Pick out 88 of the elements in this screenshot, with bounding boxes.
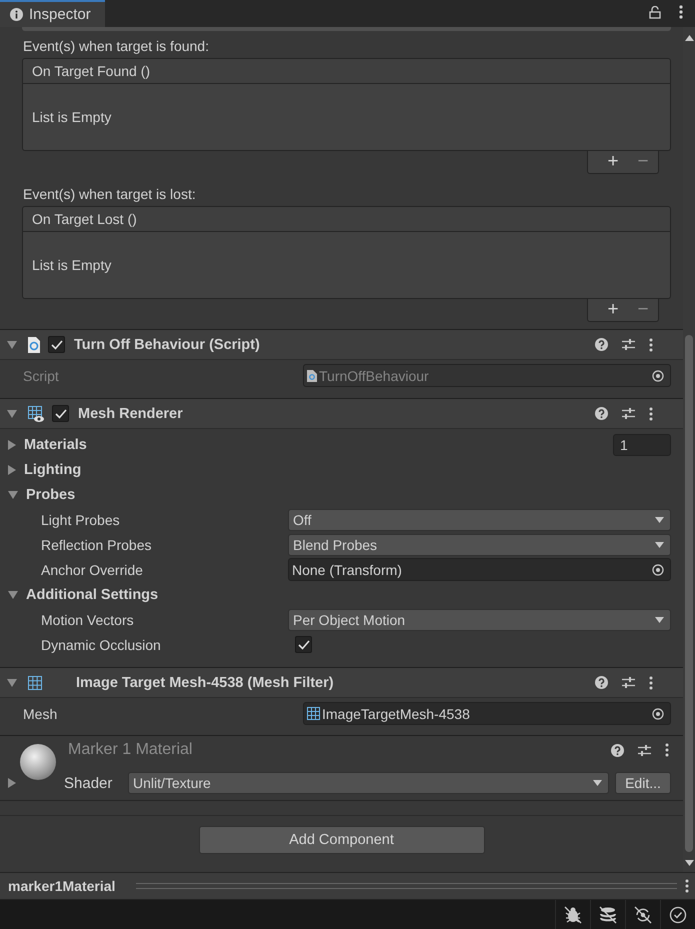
add-component-button[interactable]: Add Component <box>198 826 484 854</box>
foldout-arrow-icon[interactable] <box>7 410 17 418</box>
enable-checkbox[interactable] <box>52 405 69 422</box>
info-icon <box>10 8 23 21</box>
scroll-up-arrow-icon[interactable] <box>684 35 694 41</box>
foldout-label[interactable]: Materials <box>24 436 87 452</box>
foldout-arrow-icon[interactable] <box>8 440 16 450</box>
dropdown-field[interactable]: Blend Probes <box>288 534 671 556</box>
inspector-tab[interactable]: Inspector <box>0 0 105 27</box>
scrollbar-thumb[interactable] <box>685 335 693 852</box>
property-label: Script <box>22 368 60 384</box>
dropdown-caret-icon <box>655 616 664 622</box>
dropdown-caret-icon <box>655 516 664 522</box>
eye-refresh-icon[interactable] <box>634 906 652 924</box>
property-label: Light Probes <box>41 512 121 528</box>
preset-sliders-icon[interactable] <box>622 407 635 420</box>
dropdown-caret-icon <box>655 542 664 548</box>
scroll-down-arrow-icon[interactable] <box>684 860 694 866</box>
component-title: Mesh Renderer <box>78 406 184 422</box>
check-circle-icon[interactable] <box>669 906 687 924</box>
shader-label: Shader <box>64 774 114 792</box>
bug-icon[interactable] <box>564 906 582 924</box>
foldout-arrow-icon[interactable] <box>8 464 16 474</box>
checkmark-icon <box>50 340 62 350</box>
event-list-header: On Target Found () <box>22 58 671 84</box>
material-name: Marker 1 Material <box>68 741 192 759</box>
database-icon[interactable] <box>599 906 617 924</box>
grid-icon <box>307 707 320 720</box>
object-field[interactable]: ImageTargetMesh-4538 <box>303 702 671 725</box>
checkmark-icon <box>54 408 66 418</box>
help-icon[interactable] <box>595 676 608 689</box>
preset-sliders-icon[interactable] <box>638 744 651 756</box>
more-options-icon[interactable] <box>649 338 653 352</box>
help-icon[interactable] <box>611 744 624 756</box>
add-button[interactable]: + <box>598 151 628 173</box>
property-label: Motion Vectors <box>41 612 135 628</box>
grid-icon <box>27 674 43 690</box>
dropdown-field[interactable]: Per Object Motion <box>288 608 671 630</box>
property-label: Mesh <box>22 706 58 722</box>
object-field[interactable]: None (Transform) <box>288 558 671 581</box>
more-options-icon[interactable] <box>649 676 653 690</box>
more-options-icon[interactable] <box>679 5 683 19</box>
component-header[interactable]: Turn Off Behaviour (Script) <box>0 329 683 360</box>
foldout-arrow-icon[interactable] <box>8 590 18 598</box>
grid-eye-icon <box>27 404 45 422</box>
checkmark-icon <box>298 640 310 650</box>
event-label: Event(s) when target is found: <box>22 37 210 56</box>
help-icon[interactable] <box>595 338 608 351</box>
checkbox[interactable] <box>295 636 312 653</box>
component-title: Turn Off Behaviour (Script) <box>74 336 261 352</box>
preset-sliders-icon[interactable] <box>622 338 635 351</box>
shader-dropdown[interactable]: Unlit/Texture <box>128 772 609 794</box>
preset-sliders-icon[interactable] <box>622 676 635 689</box>
component-header[interactable]: Image Target Mesh-4538 (Mesh Filter) <box>0 667 683 698</box>
edit-button[interactable]: Edit... <box>615 772 671 794</box>
resize-handle[interactable] <box>136 883 677 889</box>
property-label: Dynamic Occlusion <box>41 636 162 652</box>
object-picker-icon[interactable] <box>652 564 664 576</box>
enable-checkbox[interactable] <box>48 336 65 353</box>
lock-icon[interactable] <box>649 6 661 18</box>
event-list-header: On Target Lost () <box>22 206 671 232</box>
foldout-arrow-icon[interactable] <box>7 340 17 348</box>
size-field[interactable]: 1 <box>613 434 671 456</box>
foldout-arrow-icon[interactable] <box>8 778 16 788</box>
foldout-label[interactable]: Additional Settings <box>26 586 158 602</box>
script-file-icon <box>307 370 317 382</box>
foldout-label[interactable]: Lighting <box>24 462 82 478</box>
foldout-arrow-icon[interactable] <box>7 678 17 686</box>
dropdown-field[interactable]: Off <box>288 508 671 530</box>
more-options-icon[interactable] <box>685 879 689 893</box>
object-picker-icon[interactable] <box>652 708 664 720</box>
component-header[interactable]: Mesh Renderer <box>0 398 683 429</box>
empty-list-text: List is Empty <box>32 257 112 273</box>
material-sphere-icon <box>20 744 56 780</box>
foldout-arrow-icon[interactable] <box>8 490 18 498</box>
event-label: Event(s) when target is lost: <box>22 185 197 204</box>
foldout-label[interactable]: Probes <box>26 486 76 502</box>
property-label: Reflection Probes <box>41 536 153 552</box>
add-button[interactable]: + <box>598 299 628 321</box>
component-title: Image Target Mesh-4538 (Mesh Filter) <box>76 674 335 690</box>
preview-title: marker1Material <box>8 878 116 894</box>
more-options-icon[interactable] <box>649 406 653 420</box>
more-options-icon[interactable] <box>665 743 669 757</box>
help-icon[interactable] <box>595 407 608 420</box>
empty-list-text: List is Empty <box>32 109 112 125</box>
script-file-icon <box>27 336 41 352</box>
dropdown-caret-icon <box>593 780 602 786</box>
property-label: Anchor Override <box>41 562 144 578</box>
